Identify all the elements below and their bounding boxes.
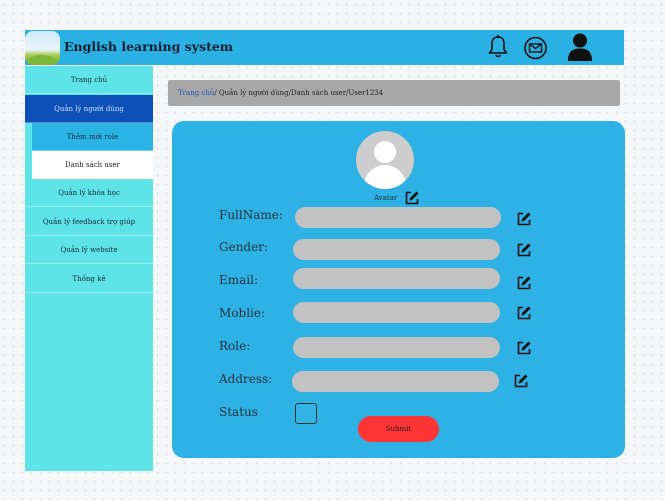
sidebar-item-label: Quản lý website — [60, 245, 118, 254]
avatar-label: Avatar — [374, 194, 398, 202]
sidebar-item-user-management[interactable]: Quản lý người dùng — [25, 95, 153, 123]
mobile-label: Moblie: — [219, 306, 266, 320]
fullname-input[interactable] — [295, 207, 501, 228]
app-header: English learning system — [25, 30, 624, 65]
app-title: English learning system — [64, 39, 234, 54]
sidebar-item-label: Quản lý khóa học — [58, 188, 120, 197]
bell-icon[interactable] — [487, 34, 509, 60]
sidebar-item-statistics[interactable]: Thống kê — [25, 265, 153, 293]
status-checkbox[interactable] — [295, 403, 317, 424]
sidebar-item-label: Trang chủ — [70, 75, 108, 84]
sidebar-item-user-list[interactable]: Danh sách user — [32, 151, 153, 179]
sidebar-item-add-role[interactable]: Thêm mới role — [32, 123, 153, 151]
sidebar-item-label: Danh sách user — [64, 160, 121, 169]
status-label: Status — [219, 405, 258, 419]
fullname-edit-icon[interactable] — [516, 211, 532, 227]
sidebar-item-label: Quản lý người dùng — [54, 104, 124, 113]
submit-button[interactable]: Submit — [358, 416, 439, 442]
breadcrumb-path: / Quản lý người dùng/Danh sách user/User… — [214, 89, 384, 97]
sidebar-item-course-management[interactable]: Quản lý khóa học — [25, 179, 153, 207]
gender-input[interactable] — [293, 239, 500, 260]
sidebar-item-feedback-management[interactable]: Quản lý feedback trợ giúp — [25, 208, 153, 236]
role-input[interactable] — [293, 337, 500, 358]
email-input[interactable] — [293, 268, 500, 289]
sidebar-item-home[interactable]: Trang chủ — [25, 66, 153, 94]
user-icon[interactable] — [566, 32, 594, 62]
avatar-head-shape — [374, 141, 396, 163]
mobile-edit-icon[interactable] — [516, 305, 532, 321]
app-logo — [25, 31, 60, 65]
role-label: Role: — [219, 339, 251, 353]
mail-icon[interactable] — [523, 36, 548, 60]
sidebar-item-label: Quản lý feedback trợ giúp — [42, 217, 136, 226]
user-form-panel: Avatar FullName: Gender: Email: Moblie: … — [172, 121, 625, 458]
breadcrumb-home-link[interactable]: Trang chủ — [178, 89, 214, 97]
gender-label: Gender: — [219, 240, 268, 254]
sidebar: Trang chủ Quản lý người dùng Thêm mới ro… — [25, 66, 153, 471]
address-label: Address: — [219, 372, 273, 386]
breadcrumb: Trang chủ / Quản lý người dùng/Danh sách… — [168, 80, 620, 106]
avatar[interactable] — [356, 131, 414, 189]
avatar-body-shape — [364, 165, 406, 189]
role-edit-icon[interactable] — [516, 340, 532, 356]
address-input[interactable] — [292, 371, 499, 392]
address-edit-icon[interactable] — [513, 373, 529, 389]
sidebar-item-website-management[interactable]: Quản lý website — [25, 236, 153, 264]
email-label: Email: — [219, 273, 259, 287]
avatar-edit-icon[interactable] — [404, 190, 420, 206]
sidebar-item-label: Thêm mới role — [66, 132, 119, 141]
sidebar-item-label: Thống kê — [72, 274, 106, 283]
fullname-label: FullName: — [219, 208, 283, 222]
email-edit-icon[interactable] — [516, 275, 532, 291]
mobile-input[interactable] — [293, 302, 500, 323]
gender-edit-icon[interactable] — [516, 242, 532, 258]
